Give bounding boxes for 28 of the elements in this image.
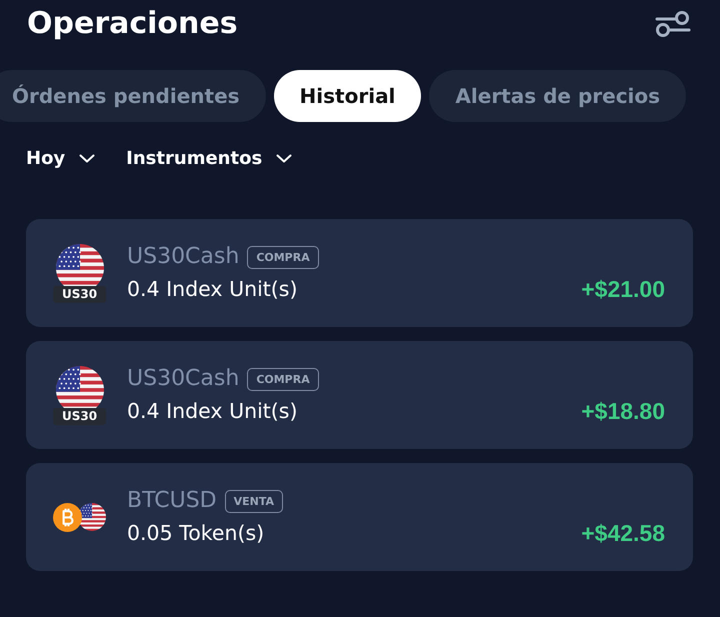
tab[interactable]: Historial [274, 70, 422, 122]
tab[interactable]: Órdenes pendientes [0, 70, 266, 122]
instrument-label: US30 [53, 408, 106, 424]
chevron-icon [276, 154, 292, 162]
instrument-label: US30 [53, 286, 106, 302]
bitcoin-icon [53, 502, 82, 532]
symbol-name: US30Cash [127, 365, 240, 393]
filter-dropdown[interactable]: Hoy [26, 144, 96, 172]
trade-card[interactable]: BTCUSD VENTA 0.05 Token(s) +$42.58 [26, 463, 693, 571]
side-tag: COMPRA [247, 368, 319, 390]
profit-amount: +$42.58 [581, 519, 665, 548]
quantity-text: 0.05 Token(s) [127, 520, 264, 547]
quantity-text: 0.4 Index Unit(s) [127, 276, 298, 303]
quantity-text: 0.4 Index Unit(s) [127, 398, 298, 425]
side-tag: VENTA [224, 490, 284, 512]
settings-icon[interactable] [655, 11, 691, 37]
tab[interactable]: Alertas de precios [429, 70, 686, 122]
page-title: Operaciones [27, 6, 238, 42]
symbol-name: BTCUSD [127, 487, 217, 515]
profit-amount: +$21.00 [581, 275, 665, 304]
filter-dropdown[interactable]: Instrumentos [126, 144, 292, 172]
chevron-icon [79, 154, 96, 162]
trade-card[interactable]: US30 US30Cash COMPRA 0.4 Index Unit(s) +$18.80 [26, 341, 693, 449]
trade-card[interactable]: US30 US30Cash COMPRA 0.4 Index Unit(s) +$21.00 [26, 219, 693, 327]
profit-amount: +$18.80 [581, 397, 665, 426]
side-tag: COMPRA [247, 246, 319, 268]
flag-icon [78, 503, 106, 531]
symbol-name: US30Cash [127, 243, 240, 271]
